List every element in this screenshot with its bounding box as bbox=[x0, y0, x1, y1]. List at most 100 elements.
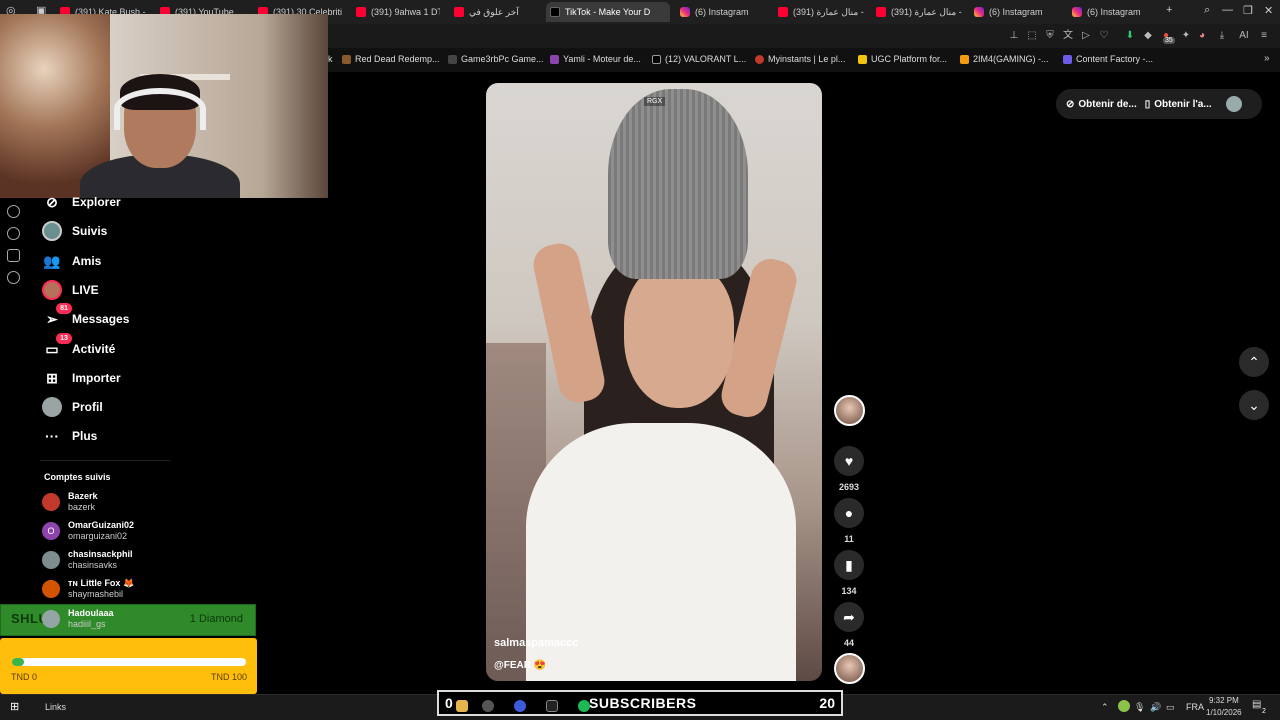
bookmark-favicon-icon bbox=[1063, 54, 1072, 64]
volume-icon[interactable]: 🔊 bbox=[1150, 702, 1161, 713]
like-action[interactable]: ♥ 2693 bbox=[834, 446, 864, 492]
puzzle-icon[interactable]: ✦ bbox=[1180, 30, 1192, 42]
share-icon[interactable]: ➦ bbox=[834, 602, 864, 632]
browser-menu-button[interactable]: ≡ bbox=[1258, 30, 1270, 42]
heart-icon[interactable]: ♥ bbox=[834, 446, 864, 476]
followed-account[interactable]: O OmarGuizani02 omarguizani02 bbox=[42, 518, 134, 544]
clock-time[interactable]: 9:32 PM bbox=[1209, 696, 1239, 705]
user-avatar[interactable] bbox=[1225, 96, 1242, 112]
share-action[interactable]: ➦ 44 bbox=[834, 602, 864, 648]
sidebar-item-live[interactable]: LIVE bbox=[42, 279, 99, 301]
language-indicator[interactable]: FRA bbox=[1186, 702, 1204, 712]
browser-icon[interactable] bbox=[514, 700, 526, 712]
tab-3[interactable]: (391) 9ahwa 1 DT bbox=[352, 2, 440, 22]
sidebar-item-following[interactable]: Suivis bbox=[42, 220, 107, 242]
share-count: 44 bbox=[843, 638, 854, 648]
sidebar-item-messages[interactable]: ➢ 81 Messages bbox=[42, 303, 129, 330]
spotify-icon[interactable] bbox=[578, 700, 590, 712]
comment-icon[interactable]: ● bbox=[834, 498, 864, 528]
download-green-icon[interactable]: ⬇ bbox=[1124, 30, 1136, 42]
downloads-icon[interactable]: ⤓ bbox=[1216, 30, 1228, 42]
notifications-icon[interactable]: ▤ bbox=[1252, 699, 1261, 710]
rail-play-icon[interactable] bbox=[7, 205, 20, 218]
friends-icon: 👥 bbox=[43, 252, 61, 269]
epic-games-icon[interactable] bbox=[546, 700, 558, 712]
rail-clock-icon[interactable] bbox=[7, 227, 20, 240]
tab-10[interactable]: (6) Instagram bbox=[1068, 2, 1160, 22]
bookmark-4[interactable]: (12) VALORANT L... bbox=[652, 54, 746, 64]
rail-puzzle-icon[interactable] bbox=[7, 249, 20, 262]
heart-outline-icon[interactable]: ♡ bbox=[1098, 30, 1110, 42]
sidebar-item-activity[interactable]: ▭ 13 Activité bbox=[42, 333, 115, 360]
clock-date[interactable]: 1/10/2026 bbox=[1206, 708, 1242, 717]
video-author[interactable]: salmaspamaccc bbox=[494, 637, 578, 649]
bookmark-2[interactable]: Game3rbPc Game... bbox=[448, 54, 544, 64]
play-icon[interactable]: ▷ bbox=[1080, 30, 1092, 42]
music-disc-avatar[interactable] bbox=[834, 653, 865, 684]
search-icon[interactable]: ⌕ bbox=[1204, 4, 1210, 17]
tiktok-icon bbox=[550, 7, 560, 17]
new-tab-button[interactable]: + bbox=[1166, 4, 1172, 16]
followed-account[interactable]: Hadoulaaa hadiiil_gs bbox=[42, 606, 114, 632]
next-video-button[interactable]: ⌄ bbox=[1239, 390, 1269, 420]
video-caption[interactable]: @FEAR 😍 bbox=[494, 660, 546, 671]
bookmarks-overflow-icon[interactable]: » bbox=[1264, 53, 1270, 64]
live-avatar-icon bbox=[42, 280, 62, 300]
creator-avatar[interactable] bbox=[834, 395, 865, 426]
followed-account[interactable]: Bazerk bazerk bbox=[42, 489, 98, 515]
messages-icon: ➢ 81 bbox=[42, 303, 72, 329]
translate-icon[interactable]: 文 bbox=[1062, 30, 1074, 42]
comment-action[interactable]: ● 11 bbox=[834, 498, 864, 544]
bookmark-1[interactable]: Red Dead Redemp... bbox=[342, 54, 440, 64]
activity-badge: 13 bbox=[56, 333, 72, 344]
tab-4[interactable]: آخر علوق في bbox=[450, 2, 540, 22]
upload-icon: ⊞ bbox=[46, 369, 58, 386]
links-toolbar[interactable]: Links bbox=[45, 702, 66, 712]
sidebar-item-friends[interactable]: 👥 Amis bbox=[42, 250, 101, 272]
bookmark-6[interactable]: UGC Platform for... bbox=[858, 54, 947, 64]
previous-video-button[interactable]: ⌃ bbox=[1239, 347, 1269, 377]
pin-icon[interactable]: ⊥ bbox=[1008, 30, 1020, 42]
close-icon[interactable]: ✕ bbox=[1264, 4, 1273, 17]
sidebar-item-upload[interactable]: ⊞ Importer bbox=[42, 367, 121, 389]
obs-icon[interactable] bbox=[482, 700, 494, 712]
minimize-icon[interactable]: — bbox=[1222, 4, 1233, 16]
get-app-button[interactable]: ▯ Obtenir l'a... bbox=[1145, 99, 1212, 110]
tab-9[interactable]: (6) Instagram bbox=[970, 2, 1062, 22]
video-player[interactable]: RGX salmaspamaccc @FEAR 😍 bbox=[486, 83, 822, 681]
webcam-overlay bbox=[0, 14, 328, 198]
bookmark-3[interactable]: Yamli - Moteur de... bbox=[550, 54, 641, 64]
shield-icon[interactable]: ⛨ bbox=[1044, 30, 1056, 42]
tray-app-icon[interactable] bbox=[1118, 700, 1130, 712]
bookmark-0[interactable]: k bbox=[328, 54, 333, 64]
subscribers-overlay: 0 SUBSCRIBERS 20 bbox=[437, 690, 843, 716]
save-action[interactable]: ▮ 134 bbox=[834, 550, 864, 596]
tab-7[interactable]: (391) منال عمارة - bbox=[774, 2, 870, 22]
sidebar-divider bbox=[40, 460, 170, 461]
sidebar-item-more[interactable]: ··· Plus bbox=[42, 425, 97, 447]
followed-account[interactable]: chasinsackphil chasinsavks bbox=[42, 547, 133, 573]
tab-8[interactable]: (391) منال عمارة - bbox=[872, 2, 968, 22]
microphone-icon[interactable]: 🎙 bbox=[1134, 702, 1145, 713]
tab-5-active[interactable]: TikTok - Make Your D bbox=[546, 2, 670, 22]
rail-settings-icon[interactable] bbox=[7, 271, 20, 284]
screenshot-icon[interactable]: ⬚ bbox=[1026, 30, 1038, 42]
bookmark-7[interactable]: 2IM4(GAMING) -... bbox=[960, 54, 1049, 64]
ai-assistant-button[interactable]: AI bbox=[1234, 30, 1254, 42]
sidebar-item-explorer[interactable]: ⊘ Explorer bbox=[42, 191, 121, 213]
profile-extension-icon[interactable]: ◕ bbox=[1196, 30, 1208, 42]
followed-account[interactable]: ᴛɴ Little Fox 🦊 shaymashebil bbox=[42, 576, 134, 602]
tray-overflow-icon[interactable]: ⌃ bbox=[1101, 702, 1109, 713]
avatar bbox=[42, 580, 60, 598]
sidebar-item-profile[interactable]: Profil bbox=[42, 396, 103, 418]
extension-icon[interactable]: ◆ bbox=[1142, 30, 1154, 42]
network-icon[interactable]: ▭ bbox=[1166, 702, 1175, 713]
bookmark-5[interactable]: Myinstants | Le pl... bbox=[755, 54, 845, 64]
restore-icon[interactable]: ❐ bbox=[1243, 4, 1253, 17]
windows-start-icon[interactable]: ⊞ bbox=[10, 700, 19, 713]
file-explorer-icon[interactable] bbox=[456, 700, 468, 712]
bookmark-icon[interactable]: ▮ bbox=[834, 550, 864, 580]
bookmark-8[interactable]: Content Factory -... bbox=[1063, 54, 1153, 64]
get-coins-button[interactable]: ⊘ Obtenir de... bbox=[1066, 99, 1137, 110]
tab-6[interactable]: (6) Instagram bbox=[676, 2, 772, 22]
